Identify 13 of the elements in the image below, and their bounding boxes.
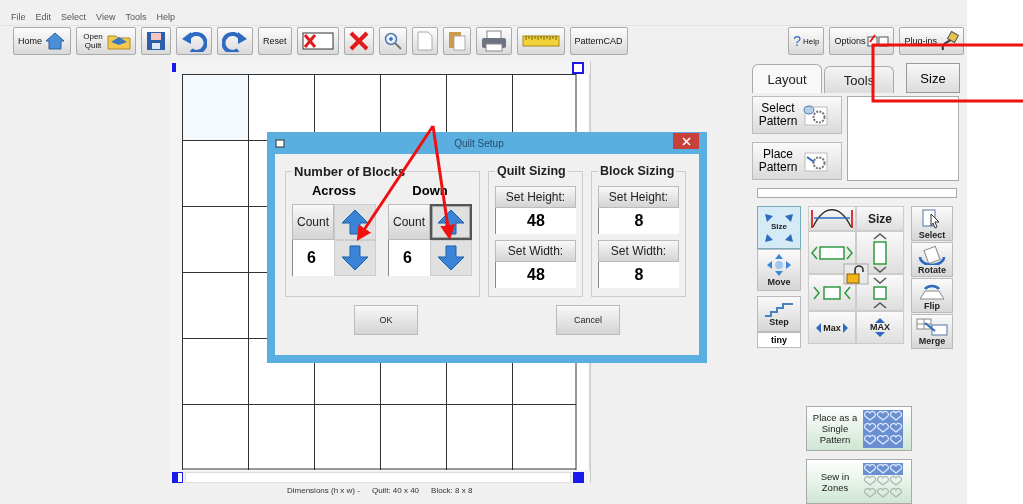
width-value: 48: [495, 262, 576, 288]
status-text: Quilt: 40 x 40: [371, 486, 420, 495]
dialog-title: Quilt Setup: [453, 137, 505, 149]
height-value: 8: [598, 208, 679, 234]
count-value: 6: [388, 240, 430, 276]
height-value: 48: [495, 208, 576, 234]
count-value: 6: [292, 240, 334, 276]
group-title: Block Sizing: [599, 164, 676, 178]
group-title: Quilt Sizing: [496, 164, 567, 178]
column-heading: Across: [311, 183, 357, 198]
status-text: Dimensions (h x w) -: [287, 486, 360, 495]
status-text: Block: 8 x 8: [431, 486, 473, 495]
width-value: 8: [598, 262, 679, 288]
